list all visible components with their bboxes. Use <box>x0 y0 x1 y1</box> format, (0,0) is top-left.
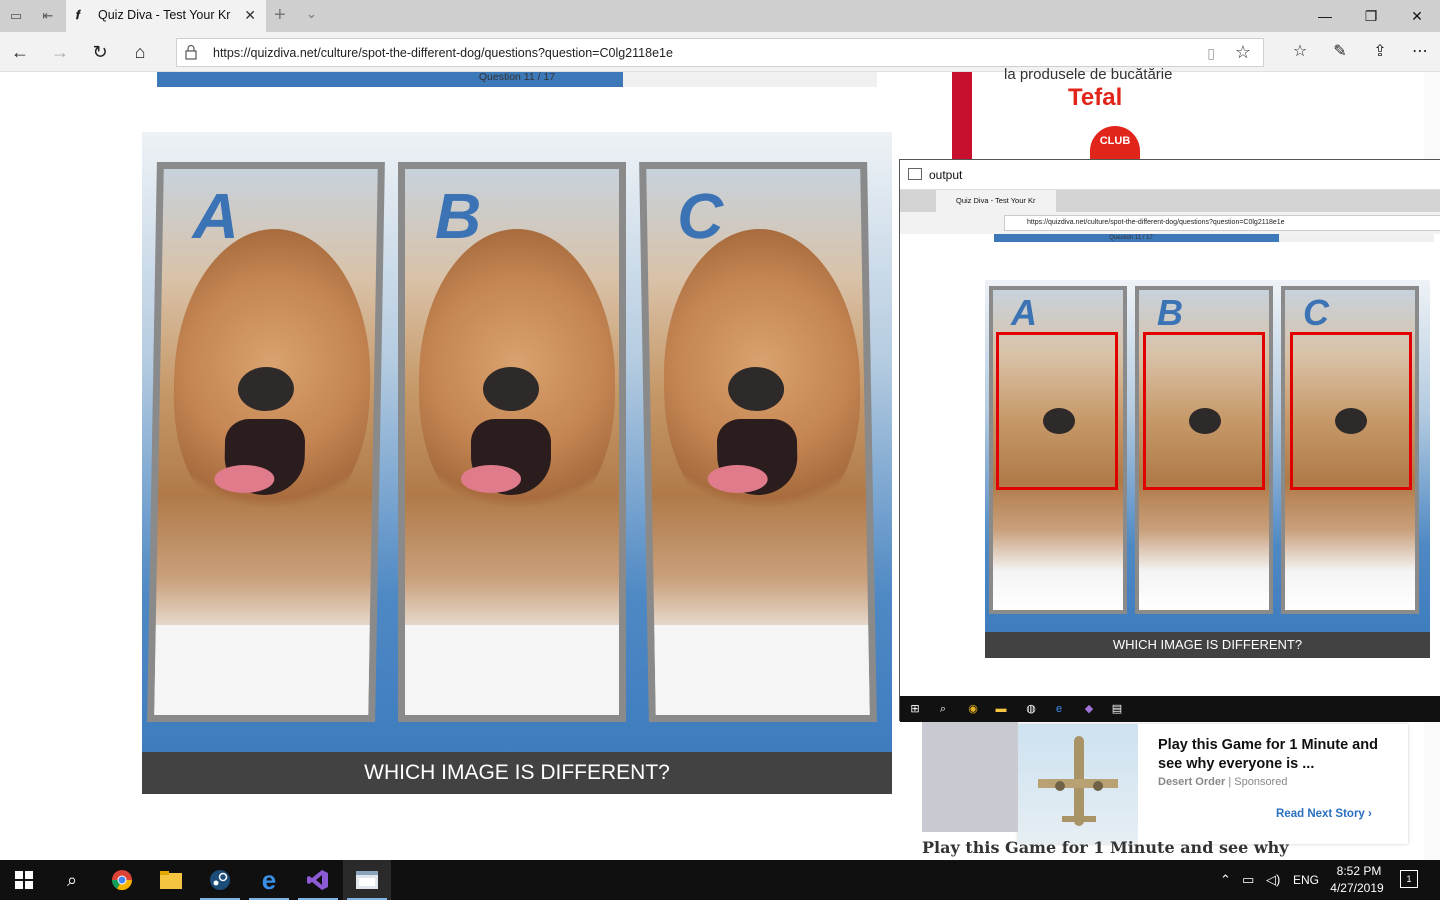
mini-output-icon: ▤ <box>1111 703 1123 715</box>
back-button[interactable]: ← <box>8 40 32 64</box>
browser-tab-bar: ▭ ⇤ 𝒇 Quiz Diva - Test Your Kr ✕ + ⌄ — ❐… <box>0 0 1440 32</box>
forward-button[interactable]: → <box>48 40 72 64</box>
new-tab-icon[interactable]: + <box>274 4 286 26</box>
mini-progress-bar: Question 11 / 17 <box>994 234 1434 242</box>
ad-red-bar <box>952 72 972 160</box>
dog-photo: A <box>154 169 378 715</box>
steam-icon[interactable] <box>196 860 244 900</box>
url-text: https://quizdiva.net/culture/spot-the-di… <box>213 46 673 60</box>
mini-panel-letter: B <box>1157 292 1183 333</box>
airplane-icon <box>1038 736 1118 826</box>
mini-question-caption: WHICH IMAGE IS DIFFERENT? <box>985 632 1430 658</box>
chevron-up-icon[interactable]: ⌃ <box>1220 872 1231 888</box>
tefal-advertisement[interactable]: la produsele de bucătărie Tefal CLUB <box>952 66 1252 160</box>
set-aside-tabs-icon[interactable]: ⇤ <box>38 6 58 26</box>
detection-box-b <box>1143 332 1265 490</box>
read-next-story-link[interactable]: Read Next Story › <box>1276 808 1372 820</box>
mini-url: https://quizdiva.net/culture/spot-the-di… <box>1004 215 1440 231</box>
clock-date[interactable]: 4/27/2019 <box>1326 881 1388 895</box>
tab-preview-icon[interactable]: ▭ <box>6 6 26 26</box>
edge-icon[interactable]: e <box>245 860 293 900</box>
more-menu-icon[interactable]: ⋯ <box>1408 40 1432 64</box>
browser-nav-bar: ← → ↻ ⌂ https://quizdiva.net/culture/spo… <box>0 32 1440 72</box>
mini-quiz-image: A B C WHICH IMAGE IS DIFFERENT? <box>985 280 1430 658</box>
sponsored-label: Sponsored <box>1234 776 1288 788</box>
output-window[interactable]: output Quiz Diva - Test Your Kr https://… <box>899 159 1440 722</box>
airplane-thumbnail <box>1018 724 1138 844</box>
restore-button[interactable]: ❐ <box>1348 0 1394 32</box>
read-next-label: Read Next Story <box>1276 808 1365 820</box>
clock-time[interactable]: 8:52 PM <box>1334 864 1384 878</box>
club-tefal-badge: CLUB <box>1090 126 1140 160</box>
notification-count: 1 <box>1406 874 1412 884</box>
notification-center-icon[interactable]: 1 <box>1400 870 1418 888</box>
panel-letter: A <box>192 180 240 252</box>
mini-edge-icon: e <box>1055 703 1063 715</box>
favorites-hub-icon[interactable]: ☆ <box>1288 40 1312 64</box>
quiz-progress-bar: Question 11 / 17 <box>157 72 877 87</box>
detection-box-c <box>1290 332 1412 490</box>
ad-placeholder <box>922 720 1018 832</box>
refresh-button[interactable]: ↻ <box>88 40 112 64</box>
mini-taskbar: ⊞ ⌕ ◉ ▬ ◍ e ◆ ▤ <box>900 696 1440 722</box>
home-button[interactable]: ⌂ <box>128 40 152 64</box>
panel-letter: C <box>676 180 724 252</box>
mini-steam-icon: ◍ <box>1026 703 1036 715</box>
mini-vs-icon: ◆ <box>1084 703 1094 715</box>
dog-photo: C <box>646 169 870 715</box>
reading-view-icon[interactable]: ▯ <box>1207 45 1215 62</box>
sponsor-name: Desert Order <box>1158 776 1226 788</box>
address-bar[interactable]: https://quizdiva.net/culture/spot-the-di… <box>176 38 1264 67</box>
quiz-progress-label: Question 11 / 17 <box>478 71 556 83</box>
output-title-bar[interactable]: output <box>900 160 1440 190</box>
windows-start-icon[interactable] <box>0 860 48 900</box>
next-story-heading[interactable]: Play this Game for 1 Minute and see why <box>922 838 1289 857</box>
close-tab-icon[interactable]: ✕ <box>244 7 256 24</box>
mini-tab-bar: Quiz Diva - Test Your Kr <box>900 190 1440 212</box>
quiz-diva-favicon-icon: 𝒇 <box>76 8 81 22</box>
panel-letter: B <box>435 180 482 252</box>
mini-progress-label: Question 11 / 17 <box>1109 235 1153 241</box>
network-icon[interactable]: ▭ <box>1242 872 1254 888</box>
mini-windows-icon: ⊞ <box>910 703 920 715</box>
ad-tagline: la produsele de bucătărie <box>1004 66 1173 83</box>
dog-photo: B <box>405 169 619 715</box>
dog-panel-a[interactable]: A <box>147 162 385 722</box>
pen-notes-icon[interactable]: ✎ <box>1328 40 1352 64</box>
mini-tab: Quiz Diva - Test Your Kr <box>936 190 1056 212</box>
quiz-image: A B C WHICH IMAGE IS DIFFERENT? <box>142 132 892 794</box>
search-icon[interactable]: ⌕ <box>48 860 96 900</box>
window-icon <box>908 168 922 180</box>
sponsored-title[interactable]: Play this Game for 1 Minute and see why … <box>1158 736 1388 774</box>
mini-search-icon: ⌕ <box>939 703 947 715</box>
tab-title: Quiz Diva - Test Your Kr <box>98 8 231 22</box>
minimize-button[interactable]: — <box>1302 0 1348 32</box>
file-explorer-icon[interactable] <box>147 860 195 900</box>
close-window-button[interactable]: ✕ <box>1394 0 1440 32</box>
question-caption: WHICH IMAGE IS DIFFERENT? <box>142 752 892 794</box>
mini-chrome-icon: ◉ <box>968 703 978 715</box>
share-icon[interactable]: ⇪ <box>1368 40 1392 64</box>
language-indicator[interactable]: ENG <box>1293 873 1319 887</box>
chrome-icon[interactable] <box>98 860 146 900</box>
lock-icon <box>185 44 197 60</box>
mini-nav-bar: https://quizdiva.net/culture/spot-the-di… <box>900 212 1440 234</box>
mini-panel-letter: A <box>1011 292 1037 333</box>
windows-taskbar: ⌕ e ⌃ ▭ ◁) ENG 8:52 PM 4/27/2019 1 <box>0 860 1440 900</box>
mini-panel-letter: C <box>1303 292 1329 333</box>
chevron-down-icon[interactable]: ⌄ <box>306 6 317 22</box>
visual-studio-icon[interactable] <box>294 860 342 900</box>
tab-quiz-diva[interactable]: 𝒇 Quiz Diva - Test Your Kr ✕ <box>66 0 266 32</box>
favorite-star-icon[interactable]: ☆ <box>1235 42 1251 63</box>
detection-box-a <box>996 332 1118 490</box>
dog-panel-b[interactable]: B <box>398 162 626 722</box>
sponsored-story-card[interactable]: Play this Game for 1 Minute and see why … <box>1018 724 1408 844</box>
dog-panel-c[interactable]: C <box>639 162 877 722</box>
output-window-title: output <box>929 168 963 182</box>
output-app-icon[interactable] <box>343 860 391 900</box>
tefal-logo: Tefal <box>1068 84 1123 111</box>
mini-folder-icon: ▬ <box>995 703 1007 715</box>
volume-icon[interactable]: ◁) <box>1266 872 1280 888</box>
sponsored-source: Desert Order | Sponsored <box>1158 776 1288 788</box>
